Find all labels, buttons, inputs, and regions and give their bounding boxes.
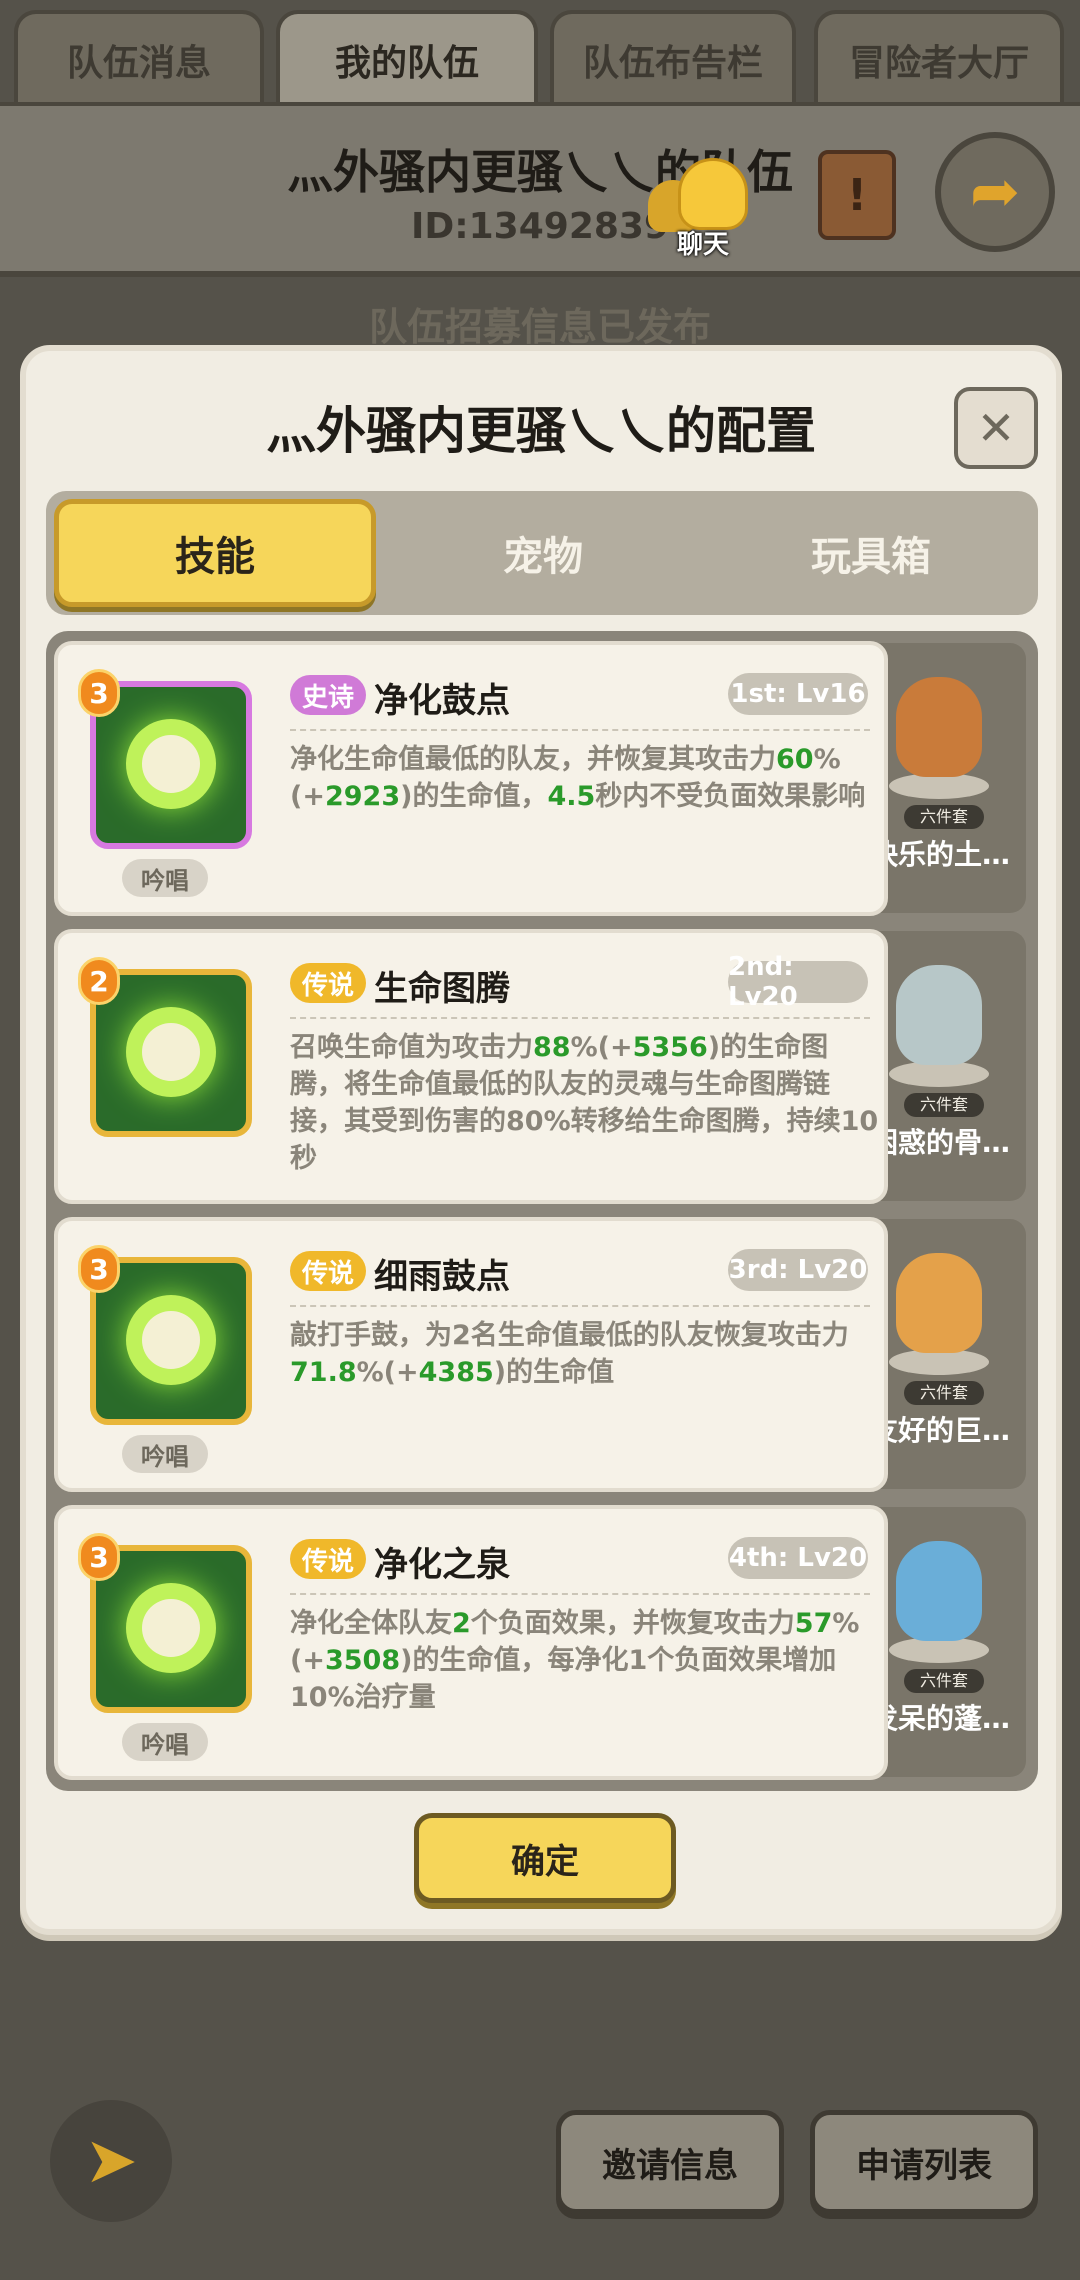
skill-card[interactable]: 3 吟唱 史诗 净化鼓点 1st: Lv16 净化生命值最低的队友，并恢复其攻击… bbox=[54, 641, 888, 916]
invite-info-button[interactable]: 邀请信息 bbox=[556, 2110, 784, 2214]
pet-avatar bbox=[896, 965, 982, 1065]
tab-team-messages[interactable]: 队伍消息 bbox=[14, 10, 264, 105]
chant-tag: 吟唱 bbox=[122, 1435, 208, 1473]
tab-toybox[interactable]: 玩具箱 bbox=[710, 499, 1032, 607]
rarity-badge: 传说 bbox=[290, 1251, 367, 1291]
chant-tag: 吟唱 bbox=[122, 859, 208, 897]
skill-name: 净化鼓点 bbox=[374, 681, 510, 721]
divider bbox=[290, 1305, 870, 1307]
skill-slot-level: 3rd: Lv20 bbox=[728, 1249, 868, 1291]
top-tab-bar: 队伍消息 我的队伍 队伍布告栏 冒险者大厅 bbox=[0, 0, 1080, 105]
pet-set-badge: 六件套 bbox=[904, 805, 984, 829]
scroll-glyph: ! bbox=[846, 169, 868, 221]
skill-row[interactable]: 六件套 快乐的土… 3 吟唱 史诗 净化鼓点 1st: Lv16 净化生命值最低… bbox=[54, 641, 1030, 916]
pet-avatar bbox=[896, 1253, 982, 1353]
divider bbox=[290, 1593, 870, 1595]
pet-set-badge: 六件套 bbox=[904, 1669, 984, 1693]
skill-description: 净化全体队友2个负面效果，并恢复攻击力57%(+3508)的生命值，每净化1个负… bbox=[290, 1608, 860, 1713]
apply-list-button[interactable]: 申请列表 bbox=[810, 2110, 1038, 2214]
pet-avatar bbox=[896, 677, 982, 777]
skill-card[interactable]: 3 吟唱 传说 细雨鼓点 3rd: Lv20 敲打手鼓，为2名生命值最低的队友恢… bbox=[54, 1217, 888, 1492]
skill-card[interactable]: 2 传说 生命图腾 2nd: Lv20 召唤生命值为攻击力88%(+5356)的… bbox=[54, 929, 888, 1204]
tab-team-board[interactable]: 队伍布告栏 bbox=[550, 10, 796, 105]
tab-my-team[interactable]: 我的队伍 bbox=[276, 10, 538, 105]
config-tabs: 技能 宠物 玩具箱 bbox=[46, 491, 1038, 615]
close-icon: ✕ bbox=[976, 401, 1016, 455]
return-arrow-icon[interactable]: ➦ bbox=[935, 132, 1055, 252]
recruit-notice: 队伍招募信息已发布 bbox=[368, 305, 711, 349]
skill-level-badge: 3 bbox=[78, 1245, 120, 1293]
pet-figure: 六件套 bbox=[874, 655, 1004, 829]
chant-tag: 吟唱 bbox=[122, 1723, 208, 1761]
skill-icon-core bbox=[142, 1311, 200, 1369]
pet-figure: 六件套 bbox=[874, 943, 1004, 1117]
pet-set-badge: 六件套 bbox=[904, 1381, 984, 1405]
skill-level-badge: 2 bbox=[78, 957, 120, 1005]
close-button[interactable]: ✕ bbox=[954, 387, 1038, 469]
config-modal: 灬外骚内更骚乀乀的配置 ✕ 技能 宠物 玩具箱 六件套 快乐的土… 3 吟唱 史… bbox=[20, 345, 1062, 1935]
team-header: 灬外骚内更骚乀乀的队伍 ID:13492839 ! ➦ bbox=[0, 102, 1080, 277]
skill-icon-core bbox=[142, 1023, 200, 1081]
skill-slot-level: 2nd: Lv20 bbox=[728, 952, 868, 1012]
skill-name: 生命图腾 bbox=[374, 969, 510, 1009]
skill-level-badge: 3 bbox=[78, 669, 120, 717]
rarity-badge: 传说 bbox=[290, 963, 367, 1003]
skill-icon-core bbox=[142, 1599, 200, 1657]
tab-adventurer-hall[interactable]: 冒险者大厅 bbox=[814, 10, 1064, 105]
skill-name: 净化之泉 bbox=[374, 1545, 510, 1585]
skill-description: 净化生命值最低的队友，并恢复其攻击力60%(+2923)的生命值，4.5秒内不受… bbox=[290, 744, 866, 812]
modal-title: 灬外骚内更骚乀乀的配置 bbox=[266, 402, 816, 460]
tab-pets[interactable]: 宠物 bbox=[382, 499, 704, 607]
divider bbox=[290, 1017, 870, 1019]
confirm-button[interactable]: 确定 bbox=[414, 1813, 676, 1903]
skill-description: 敲打手鼓，为2名生命值最低的队友恢复攻击力71.8%(+4385)的生命值 bbox=[290, 1320, 849, 1388]
team-id: ID:13492839 bbox=[410, 206, 670, 247]
chat-button[interactable]: 聊天 bbox=[648, 158, 748, 260]
rarity-badge: 传说 bbox=[290, 1539, 367, 1579]
team-name: 灬外骚内更骚乀乀的队伍 bbox=[287, 145, 793, 199]
notice-scroll-icon[interactable]: ! bbox=[818, 150, 896, 240]
skill-card[interactable]: 3 吟唱 传说 净化之泉 4th: Lv20 净化全体队友2个负面效果，并恢复攻… bbox=[54, 1505, 888, 1780]
skill-description: 召唤生命值为攻击力88%(+5356)的生命图腾，将生命值最低的队友的灵魂与生命… bbox=[290, 1032, 879, 1174]
skill-row[interactable]: 六件套 困惑的骨… 2 传说 生命图腾 2nd: Lv20 召唤生命值为攻击力8… bbox=[54, 929, 1030, 1204]
divider bbox=[290, 729, 870, 731]
chat-ghost-icon bbox=[678, 158, 748, 230]
skill-row[interactable]: 六件套 友好的巨… 3 吟唱 传说 细雨鼓点 3rd: Lv20 敲打手鼓，为2… bbox=[54, 1217, 1030, 1492]
rarity-badge: 史诗 bbox=[290, 675, 367, 715]
pet-figure: 六件套 bbox=[874, 1231, 1004, 1405]
skill-level-badge: 3 bbox=[78, 1533, 120, 1581]
tab-skills[interactable]: 技能 bbox=[54, 499, 376, 607]
skill-slot-level: 4th: Lv20 bbox=[728, 1537, 868, 1579]
pet-set-badge: 六件套 bbox=[904, 1093, 984, 1117]
pet-figure: 六件套 bbox=[874, 1519, 1004, 1693]
chat-label: 聊天 bbox=[676, 230, 729, 260]
skill-slot-level: 1st: Lv16 bbox=[728, 673, 868, 715]
pet-avatar bbox=[896, 1541, 982, 1641]
back-arrow-icon[interactable]: ➤ bbox=[50, 2100, 172, 2222]
skill-icon-core bbox=[142, 735, 200, 793]
skill-list: 六件套 快乐的土… 3 吟唱 史诗 净化鼓点 1st: Lv16 净化生命值最低… bbox=[46, 631, 1038, 1791]
skill-name: 细雨鼓点 bbox=[374, 1257, 510, 1297]
skill-row[interactable]: 六件套 发呆的蓬… 3 吟唱 传说 净化之泉 4th: Lv20 净化全体队友2… bbox=[54, 1505, 1030, 1780]
